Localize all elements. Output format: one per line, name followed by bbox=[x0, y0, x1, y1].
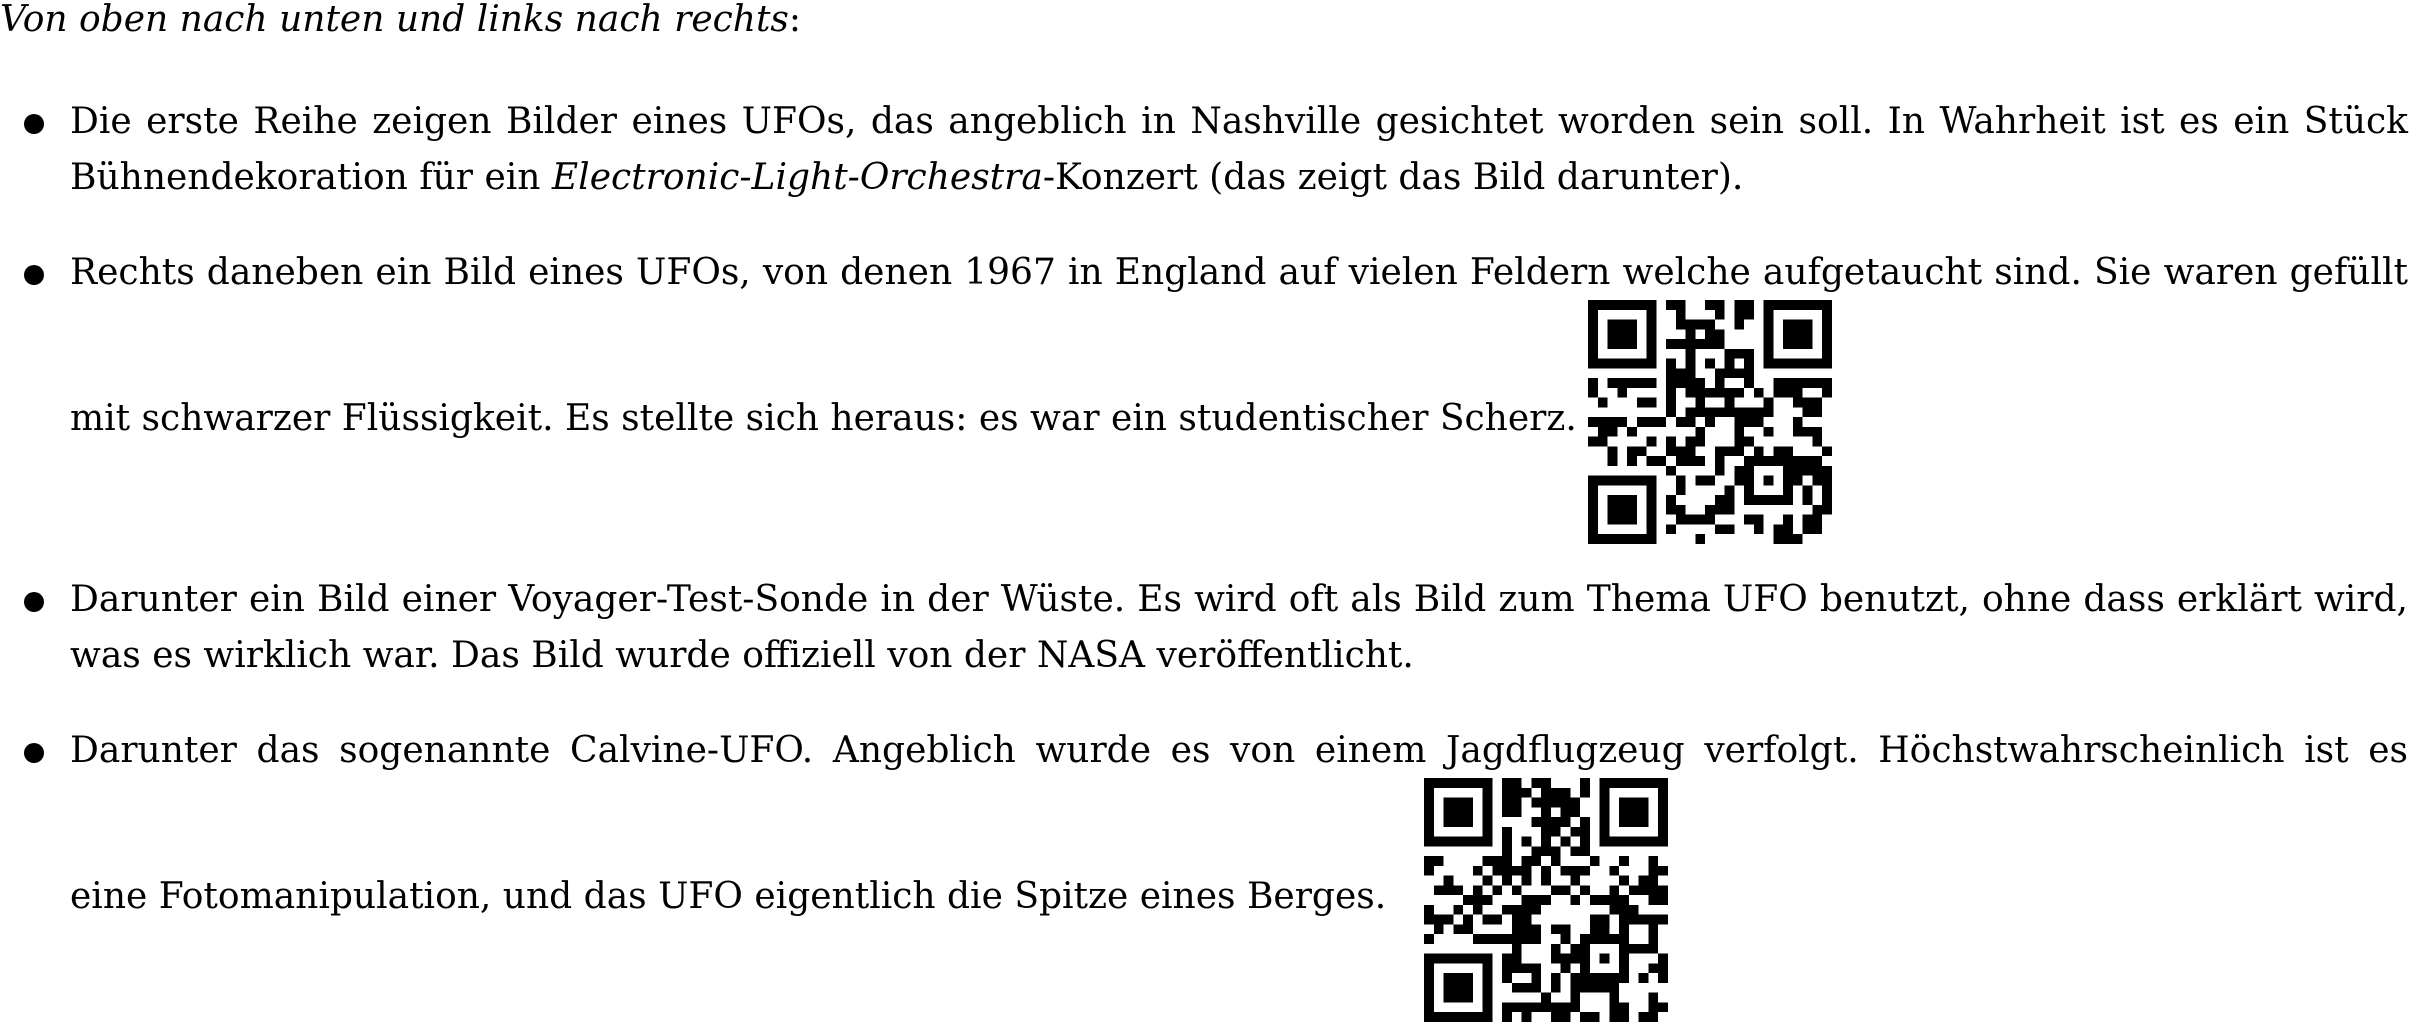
item-line-2: Bühnendekoration für ein Electronic-Ligh… bbox=[70, 154, 2408, 202]
list-item-england: Rechts daneben ein Bild eines UFOs, von … bbox=[0, 249, 2412, 549]
intro-line: Von oben nach unten und links nach recht… bbox=[0, 0, 801, 40]
item-line-2-pre: Bühnendekoration für ein bbox=[70, 157, 552, 198]
item-line-2: mit schwarzer Flüssigkeit. Es stellte si… bbox=[70, 398, 1577, 439]
bullet-icon bbox=[24, 743, 44, 763]
list-item-calvine: Darunter das sogenannte Calvine-UFO. Ang… bbox=[0, 727, 2412, 1017]
qr-code-graphic bbox=[1424, 778, 1668, 1022]
item-line-2-emphasis: Electronic-Light-Orchestra bbox=[551, 157, 1043, 198]
item-line-1: Darunter ein Bild einer Voyager-Test-Son… bbox=[70, 579, 2408, 620]
list-item-voyager: Darunter ein Bild einer Voyager-Test-Son… bbox=[0, 576, 2412, 686]
item-line-1: Die erste Reihe zeigen Bilder eines UFOs… bbox=[70, 101, 2408, 142]
bullet-icon bbox=[24, 265, 44, 285]
item-line-2: eine Fotomanipulation, und das UFO eigen… bbox=[70, 876, 1387, 917]
bullet-icon bbox=[24, 114, 44, 134]
bullet-icon bbox=[24, 592, 44, 612]
list-item-nashville: Die erste Reihe zeigen Bilder eines UFOs… bbox=[0, 98, 2412, 208]
item-line-2-post: -Konzert (das zeigt das Bild darunter). bbox=[1042, 157, 1744, 198]
intro-colon: : bbox=[788, 0, 802, 40]
qr-code-icon[interactable] bbox=[1588, 300, 1832, 544]
qr-code-icon[interactable] bbox=[1424, 778, 1668, 1022]
item-line-1: Darunter das sogenannte Calvine-UFO. Ang… bbox=[70, 730, 2408, 771]
document-page: Von oben nach unten und links nach recht… bbox=[0, 0, 2412, 1022]
item-line-1: Rechts daneben ein Bild eines UFOs, von … bbox=[70, 252, 2408, 293]
item-line-2: was es wirklich war. Das Bild wurde offi… bbox=[70, 635, 1414, 676]
qr-code-graphic bbox=[1588, 300, 1832, 544]
intro-lead: Von oben nach unten und links nach recht… bbox=[0, 0, 789, 40]
